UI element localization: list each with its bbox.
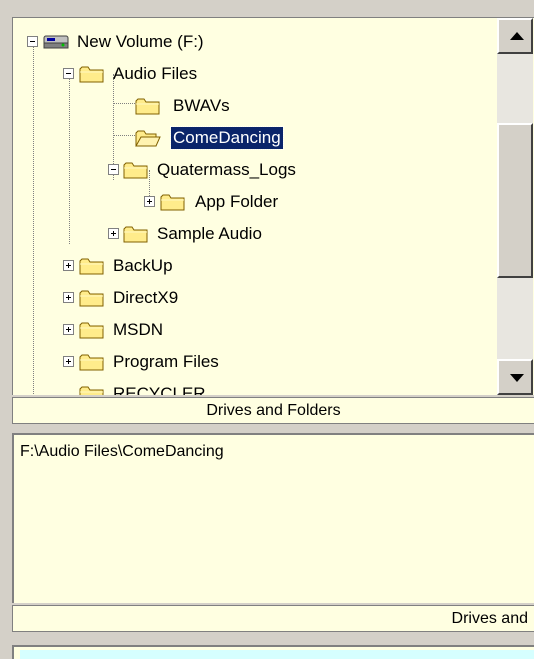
tree-item-label: BackUp <box>113 256 173 275</box>
expand-toggle-icon[interactable] <box>63 260 74 271</box>
drives-and-caption: Drives and <box>12 605 534 632</box>
expand-toggle-icon[interactable] <box>63 356 74 367</box>
folder-icon <box>79 386 104 395</box>
tree-item-label: DirectX9 <box>113 288 179 307</box>
arrow-up-icon <box>510 32 524 40</box>
tree-item-label: BWAVs <box>173 96 230 115</box>
folder-open-icon <box>135 130 161 147</box>
scrollbar-thumb[interactable] <box>497 123 533 278</box>
bottom-panel-content <box>20 650 534 659</box>
tree-item-label: New Volume (F:) <box>77 32 204 51</box>
tree-item-label: Quatermass_Logs <box>157 160 296 179</box>
drive-icon <box>43 35 69 49</box>
drives-folders-caption: Drives and Folders <box>12 397 534 424</box>
current-path-text: F:\Audio Files\ComeDancing <box>20 443 224 460</box>
bottom-panel <box>12 645 534 659</box>
tree-item-bwavs[interactable]: BWAVs <box>13 92 493 120</box>
tree-item-label: RECYCLER <box>113 384 206 395</box>
scroll-up-button[interactable] <box>497 18 533 54</box>
arrow-down-icon <box>510 374 524 382</box>
tree-item-label: Program Files <box>113 352 219 371</box>
tree-item-msdn[interactable]: MSDN <box>13 316 493 344</box>
tree-scrollbar[interactable] <box>497 18 533 395</box>
folder-icon <box>79 66 104 83</box>
expand-toggle-icon[interactable] <box>63 292 74 303</box>
scroll-down-button[interactable] <box>497 359 533 395</box>
collapse-toggle-icon[interactable] <box>63 68 74 79</box>
tree-item-comedancing[interactable]: ComeDancing <box>13 124 493 152</box>
tree-item-label: ComeDancing <box>170 126 284 150</box>
folder-icon <box>79 290 104 307</box>
tree-item-recycler[interactable]: RECYCLER <box>13 380 493 395</box>
collapse-toggle-icon[interactable] <box>27 36 38 47</box>
folder-icon <box>79 258 104 275</box>
path-panel: F:\Audio Files\ComeDancing <box>12 433 534 603</box>
folder-icon <box>79 322 104 339</box>
tree-item-label: MSDN <box>113 320 164 339</box>
folder-icon <box>135 98 160 115</box>
tree-item-sample-audio[interactable]: Sample Audio <box>13 220 493 248</box>
folder-icon <box>79 354 104 371</box>
tree-item-label: Audio Files <box>113 64 198 83</box>
folder-icon <box>160 194 185 211</box>
tree-item-directx9[interactable]: DirectX9 <box>13 284 493 312</box>
tree-item-audio-files[interactable]: Audio Files <box>13 60 493 88</box>
folder-icon <box>123 226 148 243</box>
tree-item-label: Sample Audio <box>157 224 262 243</box>
tree-item-backup[interactable]: BackUp <box>13 252 493 280</box>
tree-item-app-folder[interactable]: App Folder <box>13 188 493 216</box>
collapse-toggle-icon[interactable] <box>108 164 119 175</box>
tree-item-program-files[interactable]: Program Files <box>13 348 493 376</box>
tree-item-label: App Folder <box>195 192 279 211</box>
folder-icon <box>123 162 148 179</box>
expand-toggle-icon[interactable] <box>144 196 155 207</box>
expand-toggle-icon[interactable] <box>108 228 119 239</box>
folder-tree[interactable]: New Volume (F:) Audio Files BWAVs ComeDa… <box>12 17 534 395</box>
tree-item-quatermass-logs[interactable]: Quatermass_Logs <box>13 156 493 184</box>
tree-item-new-volume[interactable]: New Volume (F:) <box>13 28 493 56</box>
expand-toggle-icon[interactable] <box>63 324 74 335</box>
drives-and-caption-text: Drives and <box>451 610 528 627</box>
